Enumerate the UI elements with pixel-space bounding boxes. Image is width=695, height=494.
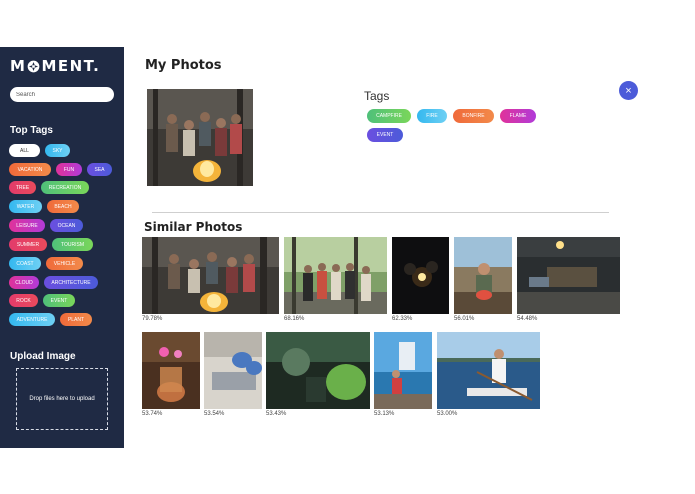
- divider: [152, 212, 609, 213]
- tag-cloud[interactable]: Cloud: [9, 276, 39, 289]
- similarity-score: 62.33%: [392, 316, 413, 322]
- tag-row: Summer Tourism: [9, 238, 93, 251]
- tag-sky[interactable]: Sky: [45, 144, 70, 157]
- brand-logo[interactable]: M MENT.: [10, 57, 100, 75]
- similarity-score: 68.16%: [284, 316, 305, 322]
- similar-photo[interactable]: [266, 332, 370, 409]
- logo-letters-rest: MENT.: [41, 57, 101, 75]
- tag-architecture[interactable]: Architecture: [44, 276, 98, 289]
- photo-tag-bonfire[interactable]: Bonfire: [453, 109, 494, 123]
- similarity-score: 53.74%: [142, 411, 163, 417]
- shutter-icon: [27, 60, 40, 73]
- tag-row: Leisure Ocean: [9, 219, 83, 232]
- similarity-score: 53.54%: [204, 411, 225, 417]
- upload-dropzone[interactable]: Drop files here to upload: [16, 368, 108, 430]
- top-tags-title: Top Tags: [10, 125, 53, 136]
- similar-photo[interactable]: [204, 332, 262, 409]
- page-title: My Photos: [145, 58, 222, 73]
- tag-water[interactable]: Water: [9, 200, 42, 213]
- upload-hint: Drop files here to upload: [29, 396, 95, 402]
- similarity-score: 54.48%: [517, 316, 538, 322]
- tag-coast[interactable]: Coast: [9, 257, 41, 270]
- tag-row: All Sky: [9, 144, 70, 157]
- similar-photo[interactable]: [284, 237, 387, 314]
- similarity-score: 79.78%: [142, 316, 163, 322]
- tag-tree[interactable]: Tree: [9, 181, 36, 194]
- similar-photo[interactable]: [437, 332, 540, 409]
- close-button[interactable]: ×: [619, 81, 638, 100]
- sidebar: M MENT. Top Tags All Sky: [0, 47, 124, 448]
- tag-beach[interactable]: Beach: [47, 200, 79, 213]
- tag-plant[interactable]: Plant: [60, 313, 92, 326]
- tag-rock[interactable]: Rock: [9, 294, 38, 307]
- similarity-score: 56.01%: [454, 316, 475, 322]
- tag-row: Rock Event: [9, 294, 75, 307]
- close-icon: ×: [625, 84, 632, 97]
- tag-row: Water Beach: [9, 200, 79, 213]
- tag-fun[interactable]: Fun: [56, 163, 82, 176]
- similar-photos-title: Similar Photos: [144, 220, 243, 234]
- tag-row: Cloud Architecture: [9, 276, 98, 289]
- tag-leisure[interactable]: Leisure: [9, 219, 45, 232]
- similar-photo[interactable]: [142, 237, 279, 314]
- photo-tag-event[interactable]: Event: [367, 128, 403, 142]
- photo-tag-fire[interactable]: Fire: [417, 109, 447, 123]
- similarity-score: 53.00%: [437, 411, 458, 417]
- similar-photo[interactable]: [374, 332, 432, 409]
- similar-photo[interactable]: [142, 332, 200, 409]
- tag-row: Coast Vehicle: [9, 257, 83, 270]
- tag-all[interactable]: All: [9, 144, 40, 157]
- tag-row: Vacation Fun Sea: [9, 163, 112, 176]
- tag-row: Tree Recreation: [9, 181, 89, 194]
- search-input[interactable]: [10, 87, 114, 102]
- similar-photo[interactable]: [517, 237, 620, 314]
- logo-letter-m: M: [10, 57, 27, 75]
- tag-summer[interactable]: Summer: [9, 238, 47, 251]
- tag-recreation[interactable]: Recreation: [41, 181, 89, 194]
- similar-photo[interactable]: [392, 237, 449, 314]
- photo-tag-flame[interactable]: Flame: [500, 109, 536, 123]
- similarity-score: 53.13%: [374, 411, 395, 417]
- selected-photo: [147, 89, 253, 186]
- tag-tourism[interactable]: Tourism: [52, 238, 93, 251]
- tag-event[interactable]: Event: [43, 294, 75, 307]
- upload-title: Upload Image: [10, 351, 76, 362]
- tag-vehicle[interactable]: Vehicle: [46, 257, 83, 270]
- tag-row: Adventure Plant: [9, 313, 92, 326]
- tag-adventure[interactable]: Adventure: [9, 313, 55, 326]
- app-root: M MENT. Top Tags All Sky: [0, 0, 695, 494]
- similarity-score: 53.43%: [266, 411, 287, 417]
- similar-photo[interactable]: [454, 237, 512, 314]
- photo-tag-campfire[interactable]: Campfire: [367, 109, 411, 123]
- tags-title: Tags: [364, 89, 390, 103]
- tag-vacation[interactable]: Vacation: [9, 163, 51, 176]
- tag-sea[interactable]: Sea: [87, 163, 112, 176]
- tag-ocean[interactable]: Ocean: [50, 219, 83, 232]
